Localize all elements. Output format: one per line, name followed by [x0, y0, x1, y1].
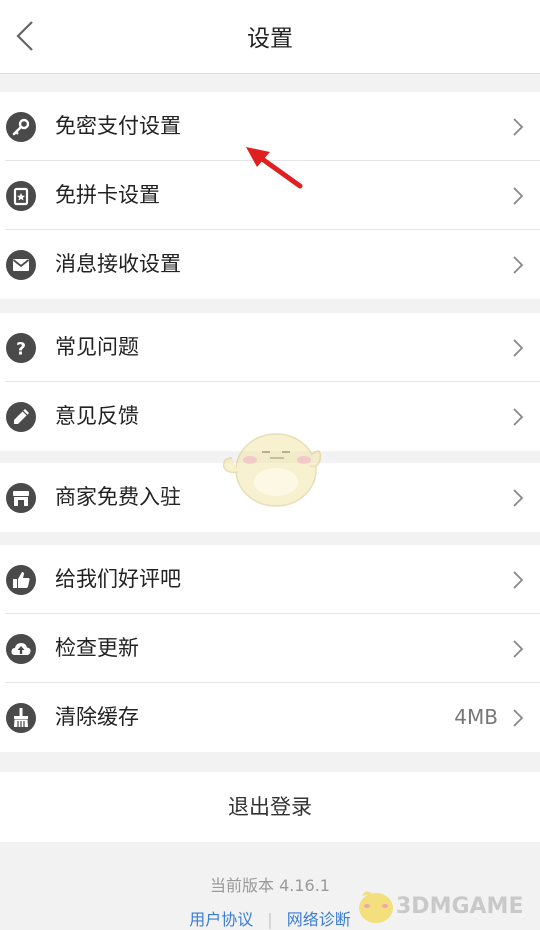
chevron-right-icon [513, 187, 524, 205]
chevron-right-icon [513, 571, 524, 589]
envelope-icon [6, 250, 36, 280]
chevron-right-icon [513, 709, 524, 727]
settings-item-rate-us[interactable]: 给我们好评吧 [0, 545, 540, 614]
chevron-right-icon [513, 408, 524, 426]
svg-text:?: ? [16, 340, 26, 360]
settings-item-label: 检查更新 [55, 636, 139, 660]
settings-item-label: 意见反馈 [55, 404, 139, 428]
settings-item-check-update[interactable]: 检查更新 [0, 614, 540, 683]
question-icon: ? [6, 333, 36, 363]
settings-item-label: 消息接收设置 [55, 252, 181, 276]
pencil-icon [6, 402, 36, 432]
logout-button[interactable]: 退出登录 [0, 772, 540, 842]
settings-item-faq[interactable]: ? 常见问题 [0, 313, 540, 382]
chevron-right-icon [513, 339, 524, 357]
settings-group-payment: 免密支付设置 免拼卡设置 消息接收设置 [0, 92, 540, 299]
store-icon [6, 483, 36, 513]
settings-item-label: 商家免费入驻 [55, 485, 181, 509]
settings-item-label: 清除缓存 [55, 705, 139, 729]
mascot-watermark-icon [222, 433, 322, 507]
cloud-upload-icon [6, 634, 36, 664]
chevron-right-icon [513, 118, 524, 136]
settings-item-label: 给我们好评吧 [55, 567, 181, 591]
settings-item-label: 常见问题 [55, 335, 139, 359]
settings-item-message[interactable]: 消息接收设置 [0, 230, 540, 299]
settings-item-label: 免拼卡设置 [55, 183, 160, 207]
link-separator: | [267, 910, 273, 929]
settings-item-clear-cache[interactable]: 清除缓存 4MB [0, 683, 540, 752]
watermark-text: 3DMGAME [396, 894, 524, 919]
thumbs-up-icon [6, 565, 36, 595]
chevron-right-icon [513, 640, 524, 658]
watermark-logo: 3DMGAME [352, 878, 532, 928]
chevron-right-icon [513, 256, 524, 274]
page-title: 设置 [247, 26, 293, 52]
top-bar: 设置 [0, 0, 540, 74]
settings-item-label: 免密支付设置 [55, 114, 181, 138]
chevron-right-icon [513, 489, 524, 507]
mascot-logo-icon [359, 891, 393, 923]
card-icon [6, 181, 36, 211]
key-icon [6, 112, 36, 142]
cache-size-value: 4MB [454, 705, 498, 729]
settings-group-app: 给我们好评吧 检查更新 清除缓存 4MB [0, 545, 540, 752]
network-diagnosis-link[interactable]: 网络诊断 [287, 910, 351, 929]
annotation-arrow-icon [246, 147, 303, 189]
broom-icon [6, 703, 36, 733]
user-agreement-link[interactable]: 用户协议 [189, 910, 253, 929]
